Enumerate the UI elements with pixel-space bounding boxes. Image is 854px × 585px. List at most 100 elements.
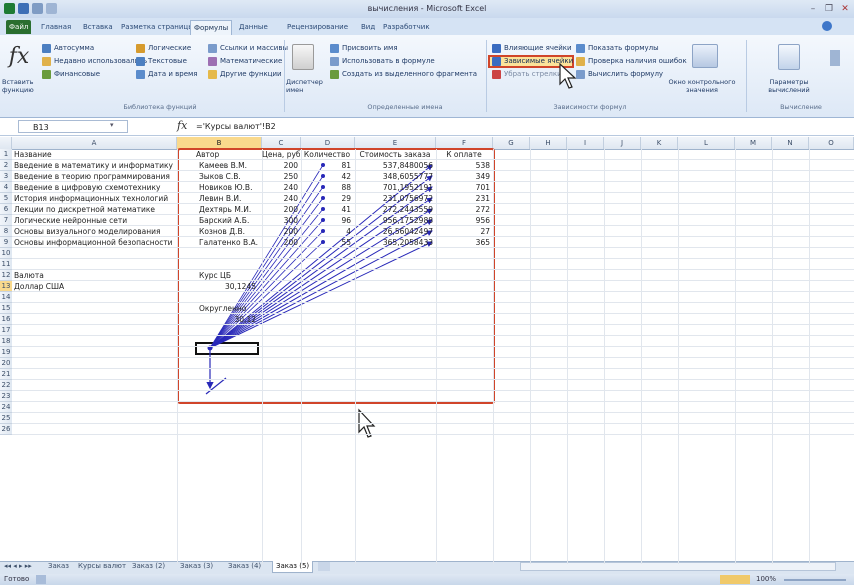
table-cell-order-cost[interactable]: 26,56042497 xyxy=(355,226,433,237)
sheet-nav-arrows[interactable]: ◂◂ ◂ ▸ ▸▸ xyxy=(4,561,32,572)
table-cell-quantity[interactable]: 88 xyxy=(301,182,351,193)
table-cell-to-pay[interactable]: 231 xyxy=(436,193,490,204)
row-header-6[interactable]: 6 xyxy=(0,204,12,215)
table-cell-author[interactable]: Новиков Ю.В. xyxy=(196,182,263,193)
table-cell-to-pay[interactable]: 272 xyxy=(436,204,490,215)
table-cell-author[interactable]: Дехтярь М.И. xyxy=(196,204,263,215)
table-cell-name[interactable]: Логические нейронные сети xyxy=(14,215,176,226)
table-cell-to-pay[interactable]: 365 xyxy=(436,237,490,248)
header-price: Цена, руб. xyxy=(262,150,300,159)
row-header-22[interactable]: 22 xyxy=(0,380,12,391)
row-header-2[interactable]: 2 xyxy=(0,160,12,171)
sheet-tab-order-2[interactable]: Заказ (2) xyxy=(132,561,165,572)
table-cell-quantity[interactable]: 41 xyxy=(301,204,351,215)
row-header-8[interactable]: 8 xyxy=(0,226,12,237)
table-cell-price[interactable]: 200 xyxy=(262,204,298,215)
header-quantity: Количество xyxy=(303,150,351,159)
sheet-tab-order-4[interactable]: Заказ (4) xyxy=(228,561,261,572)
header-order-cost: Стоимость заказа xyxy=(359,150,431,159)
table-cell-quantity[interactable]: 29 xyxy=(301,193,351,204)
zoom-slider[interactable] xyxy=(784,579,846,581)
table-cell-name[interactable]: Введение в теорию программирования xyxy=(14,171,176,182)
table-cell-price[interactable]: 200 xyxy=(262,226,298,237)
table-cell-to-pay[interactable]: 349 xyxy=(436,171,490,182)
table-cell-author[interactable]: Камеев В.М. xyxy=(196,160,263,171)
row-header-5[interactable]: 5 xyxy=(0,193,12,204)
sheet-tab-order-3[interactable]: Заказ (3) xyxy=(180,561,213,572)
dollar-rate-value[interactable]: 30,1245 xyxy=(196,281,256,292)
table-cell-author[interactable]: Галатенко В.А. xyxy=(196,237,263,248)
macro-record-icon[interactable] xyxy=(36,575,46,584)
row-header-3[interactable]: 3 xyxy=(0,171,12,182)
table-cell-quantity[interactable]: 42 xyxy=(301,171,351,182)
table-cell-order-cost[interactable]: 348,6055777 xyxy=(355,171,433,182)
table-cell-author[interactable]: Кознов Д.В. xyxy=(196,226,263,237)
table-cell-to-pay[interactable]: 538 xyxy=(436,160,490,171)
row-header-10[interactable]: 10 xyxy=(0,248,12,259)
table-cell-quantity[interactable]: 81 xyxy=(301,160,351,171)
rate-header[interactable]: Курс ЦБ xyxy=(199,270,231,281)
row-header-4[interactable]: 4 xyxy=(0,182,12,193)
sheet-tab-rates[interactable]: Курсы валют xyxy=(78,561,126,572)
row-header-25[interactable]: 25 xyxy=(0,413,12,424)
dependency-arrows xyxy=(205,163,433,395)
table-cell-quantity[interactable]: 55 xyxy=(301,237,351,248)
row-header-26[interactable]: 26 xyxy=(0,424,12,435)
table-cell-to-pay[interactable]: 701 xyxy=(436,182,490,193)
grid-line xyxy=(604,149,605,564)
table-cell-price[interactable]: 200 xyxy=(262,160,298,171)
row-header-1[interactable]: 1 xyxy=(0,149,12,160)
row-header-13[interactable]: 13 xyxy=(0,281,12,292)
table-cell-price[interactable]: 240 xyxy=(262,193,298,204)
grid-line xyxy=(12,368,854,369)
table-cell-order-cost[interactable]: 956,1752988 xyxy=(355,215,433,226)
currency-label[interactable]: Валюта xyxy=(14,270,44,281)
table-cell-name[interactable]: Введение в цифровую схемотехнику xyxy=(14,182,176,193)
table-cell-price[interactable]: 240 xyxy=(262,182,298,193)
table-cell-quantity[interactable]: 96 xyxy=(301,215,351,226)
table-cell-price[interactable]: 300 xyxy=(262,215,298,226)
mouse-cursor-icon xyxy=(358,408,376,438)
table-cell-author[interactable]: Левин В.И. xyxy=(196,193,263,204)
row-header-24[interactable]: 24 xyxy=(0,402,12,413)
row-header-12[interactable]: 12 xyxy=(0,270,12,281)
rounded-label[interactable]: Округленно xyxy=(199,303,246,314)
table-cell-name[interactable]: Введение в математику и информатику xyxy=(14,160,176,171)
grid-line xyxy=(12,280,854,281)
table-cell-order-cost[interactable]: 537,8480056 xyxy=(355,160,433,171)
row-header-20[interactable]: 20 xyxy=(0,358,12,369)
table-cell-author[interactable]: Барский А.Б. xyxy=(196,215,263,226)
row-header-9[interactable]: 9 xyxy=(0,237,12,248)
row-header-18[interactable]: 18 xyxy=(0,336,12,347)
table-cell-order-cost[interactable]: 272,2443559 xyxy=(355,204,433,215)
row-header-11[interactable]: 11 xyxy=(0,259,12,270)
table-cell-price[interactable]: 200 xyxy=(262,237,298,248)
sheet-tab-order-5[interactable]: Заказ (5) xyxy=(272,561,314,573)
row-header-19[interactable]: 19 xyxy=(0,347,12,358)
row-header-7[interactable]: 7 xyxy=(0,215,12,226)
table-cell-order-cost[interactable]: 701,1952191 xyxy=(355,182,433,193)
table-cell-price[interactable]: 250 xyxy=(262,171,298,182)
view-buttons[interactable] xyxy=(720,575,750,584)
sheet-tab-order[interactable]: Заказ xyxy=(48,561,69,572)
table-cell-name[interactable]: История информационных технологий xyxy=(14,193,176,204)
table-cell-name[interactable]: Основы визуального моделирования xyxy=(14,226,176,237)
table-cell-order-cost[interactable]: 231,0756972 xyxy=(355,193,433,204)
row-header-17[interactable]: 17 xyxy=(0,325,12,336)
table-cell-name[interactable]: Основы информационной безопасности xyxy=(14,237,176,248)
row-header-16[interactable]: 16 xyxy=(0,314,12,325)
table-cell-to-pay[interactable]: 956 xyxy=(436,215,490,226)
row-header-14[interactable]: 14 xyxy=(0,292,12,303)
dollar-label[interactable]: Доллар США xyxy=(14,281,64,292)
table-cell-author[interactable]: Зыков С.В. xyxy=(196,171,263,182)
dependency-arrow-rounded xyxy=(205,377,227,395)
table-cell-order-cost[interactable]: 365,2058433 xyxy=(355,237,433,248)
table-cell-quantity[interactable]: 4 xyxy=(301,226,351,237)
insert-sheet-icon[interactable] xyxy=(318,562,330,571)
row-header-21[interactable]: 21 xyxy=(0,369,12,380)
row-header-23[interactable]: 23 xyxy=(0,391,12,402)
rounded-value[interactable]: 30,12 xyxy=(196,314,256,325)
table-cell-name[interactable]: Лекции по дискретной математике xyxy=(14,204,176,215)
row-header-15[interactable]: 15 xyxy=(0,303,12,314)
table-cell-to-pay[interactable]: 27 xyxy=(436,226,490,237)
